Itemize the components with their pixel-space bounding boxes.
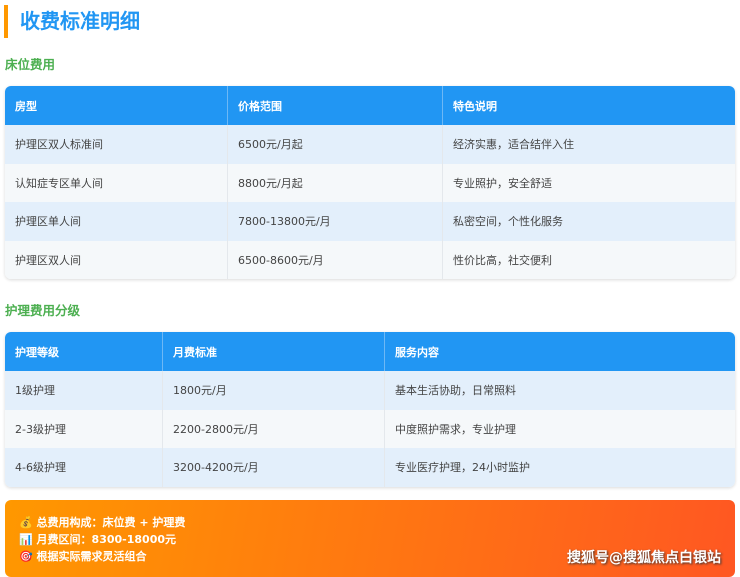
column-header: 服务内容 bbox=[385, 332, 735, 371]
table-row: 护理区单人间 7800-13800元/月 私密空间，个性化服务 bbox=[5, 202, 735, 241]
price: 6500-8600元/月 bbox=[228, 240, 443, 279]
table-row: 护理区双人间 6500-8600元/月 性价比高，社交便利 bbox=[5, 240, 735, 279]
summary-line: 💰 总费用构成：床位费 + 护理费 bbox=[19, 514, 735, 531]
room-type: 护理区单人间 bbox=[5, 202, 228, 241]
summary-text: 总费用构成：床位费 + 护理费 bbox=[36, 516, 186, 529]
target-icon: 🎯 bbox=[19, 550, 33, 563]
feature: 性价比高，社交便利 bbox=[443, 240, 735, 279]
service: 中度照护需求，专业护理 bbox=[385, 409, 735, 448]
table-row: 2-3级护理 2200-2800元/月 中度照护需求，专业护理 bbox=[5, 409, 735, 448]
care-level: 1级护理 bbox=[5, 371, 163, 410]
room-type: 护理区双人间 bbox=[5, 240, 228, 279]
column-header: 月费标准 bbox=[163, 332, 385, 371]
feature: 经济实惠，适合结伴入住 bbox=[443, 125, 735, 164]
service: 基本生活协助，日常照料 bbox=[385, 371, 735, 410]
monthly-fee: 2200-2800元/月 bbox=[163, 409, 385, 448]
summary-line: 📊 月费区间：8300-18000元 bbox=[19, 531, 735, 548]
table-row: 1级护理 1800元/月 基本生活协助，日常照料 bbox=[5, 371, 735, 410]
care-fee-table: 护理等级 月费标准 服务内容 1级护理 1800元/月 基本生活协助，日常照料 2-… bbox=[5, 332, 735, 487]
feature: 专业照护，安全舒适 bbox=[443, 163, 735, 202]
bed-fee-table: 房型 价格范围 特色说明 护理区双人标准间 6500元/月起 经济实惠，适合结伴入住… bbox=[5, 86, 735, 279]
summary-text: 根据实际需求灵活组合 bbox=[36, 550, 147, 563]
care-level: 2-3级护理 bbox=[5, 409, 163, 448]
watermark: 搜狐号@搜狐焦点白银站 bbox=[567, 550, 721, 566]
summary-banner: 💰 总费用构成：床位费 + 护理费 📊 月费区间：8300-18000元 🎯 根… bbox=[5, 500, 735, 577]
price: 7800-13800元/月 bbox=[228, 202, 443, 241]
money-bag-icon: 💰 bbox=[19, 516, 33, 529]
column-header: 护理等级 bbox=[5, 332, 163, 371]
summary-text: 月费区间：8300-18000元 bbox=[36, 533, 176, 546]
room-type: 认知症专区单人间 bbox=[5, 163, 228, 202]
service: 专业医疗护理，24小时监护 bbox=[385, 448, 735, 487]
monthly-fee: 3200-4200元/月 bbox=[163, 448, 385, 487]
column-header: 特色说明 bbox=[443, 86, 735, 125]
bar-chart-icon: 📊 bbox=[19, 533, 33, 546]
page-title: 收费标准明细 bbox=[4, 5, 140, 38]
column-header: 价格范围 bbox=[228, 86, 443, 125]
care-fee-heading: 护理费用分级 bbox=[5, 303, 81, 318]
table-row: 认知症专区单人间 8800元/月起 专业照护，安全舒适 bbox=[5, 163, 735, 202]
monthly-fee: 1800元/月 bbox=[163, 371, 385, 410]
table-row: 4-6级护理 3200-4200元/月 专业医疗护理，24小时监护 bbox=[5, 448, 735, 487]
price: 8800元/月起 bbox=[228, 163, 443, 202]
feature: 私密空间，个性化服务 bbox=[443, 202, 735, 241]
care-level: 4-6级护理 bbox=[5, 448, 163, 487]
price: 6500元/月起 bbox=[228, 125, 443, 164]
table-row: 护理区双人标准间 6500元/月起 经济实惠，适合结伴入住 bbox=[5, 125, 735, 164]
column-header: 房型 bbox=[5, 86, 228, 125]
room-type: 护理区双人标准间 bbox=[5, 125, 228, 164]
bed-fee-heading: 床位费用 bbox=[5, 57, 56, 72]
